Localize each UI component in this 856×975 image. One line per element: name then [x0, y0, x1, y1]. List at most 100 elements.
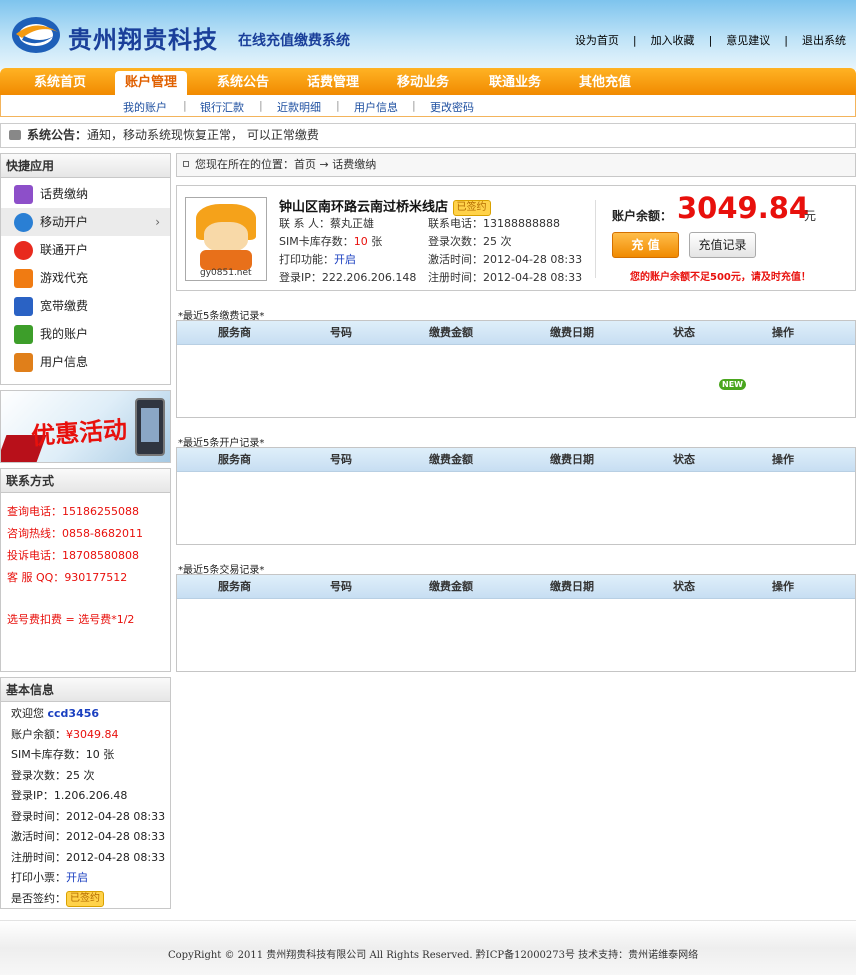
header: 贵州翔贵科技 在线充值缴费系统 设为首页 | 加入收藏 | 意见建议 | 退出系统 — [0, 0, 856, 70]
set-homepage-link[interactable]: 设为首页 — [575, 34, 619, 47]
divider — [595, 200, 596, 278]
sim-stock: SIM卡库存数：10 张 — [279, 235, 383, 248]
unicom-logo-icon — [14, 241, 33, 260]
column-header: 缴费金额 — [429, 580, 473, 593]
balance-value: 3049.84 — [677, 191, 810, 225]
column-header: 号码 — [330, 326, 352, 339]
nav-account-management[interactable]: 账户管理 — [115, 71, 187, 95]
breadcrumb-current: 话费缴纳 — [332, 158, 377, 171]
quick-item-broadband[interactable]: 宽带缴费 — [1, 292, 170, 320]
column-header: 号码 — [330, 580, 352, 593]
quick-item-phone-bill[interactable]: 话费缴纳 — [1, 180, 170, 208]
activate-time-line: 激活时间：2012-04-28 08:33 — [11, 830, 166, 843]
basic-info-title: 基本信息 — [1, 678, 170, 702]
table-header: 服务商 号码 缴费金额 缴费日期 状态 操作 — [177, 448, 855, 472]
sub-nav: 我的账户 | 银行汇款 | 近款明细 | 用户信息 | 更改密码 — [0, 95, 856, 117]
quick-item-label: 我的账户 — [40, 327, 89, 341]
column-header: 状态 — [673, 326, 695, 339]
login-count-line: 登录次数：25 次 — [11, 768, 95, 782]
contact-hotline: 咨询热线：0858-8682011 — [7, 527, 143, 540]
low-balance-warning: 您的账户余额不足500元，请及时充值！ — [630, 272, 811, 283]
fee-note: 选号费扣费 = 选号费*1/2 — [7, 613, 135, 626]
chevron-right-icon: › — [155, 215, 160, 229]
subnav-user-info[interactable]: 用户信息 — [354, 99, 398, 115]
column-header: 操作 — [772, 453, 794, 466]
signed-badge: 已签约 — [452, 200, 491, 216]
column-header: 缴费日期 — [550, 453, 594, 466]
subnav-separator: | — [412, 99, 416, 112]
system-notice: 系统公告：通知，移动系统现恢复正常， 可以正常缴费 — [0, 123, 856, 148]
nav-unicom-business[interactable]: 联通业务 — [477, 71, 553, 95]
quick-item-game-recharge[interactable]: 游戏代充 — [1, 264, 170, 292]
column-header: 缴费日期 — [550, 326, 594, 339]
shop-name: 钟山区南环路云南过桥米线店 已签约 — [279, 196, 491, 216]
nav-other-recharge[interactable]: 其他充值 — [567, 71, 643, 95]
quick-apps-panel: 快捷应用 话费缴纳 移动开户 › 联通开户 游戏代充 宽带缴费 我的账户 用户信息 — [0, 153, 171, 385]
subnav-change-password[interactable]: 更改密码 — [430, 99, 474, 115]
promo-banner[interactable]: 优惠活动 — [0, 390, 171, 463]
smartphone-icon — [135, 398, 165, 456]
subnav-bank-transfer[interactable]: 银行汇款 — [200, 99, 244, 115]
breadcrumb-arrow-icon: → — [319, 158, 329, 171]
login-time-line: 登录时间：2012-04-28 08:33 — [11, 809, 166, 823]
quick-item-my-account[interactable]: 我的账户 — [1, 320, 170, 348]
subnav-payment-details[interactable]: 近款明细 — [277, 99, 321, 115]
footer: CopyRight © 2011 贵州翔贵科技有限公司 All Rights R… — [0, 920, 856, 975]
breadcrumb-home[interactable]: 首页 — [294, 158, 316, 171]
print-function: 打印功能：开启 — [279, 253, 356, 266]
company-logo-icon — [12, 17, 60, 53]
add-favorite-link[interactable]: 加入收藏 — [651, 34, 695, 47]
login-count: 登录次数：25 次 — [428, 235, 512, 248]
balance-line: 账户余额：¥3049.84 — [11, 727, 119, 741]
sign-line: 是否签约： 已签约 — [1, 889, 170, 910]
feedback-link[interactable]: 意见建议 — [726, 34, 770, 47]
quick-item-label: 移动开户 — [40, 215, 89, 229]
contact-complaint-phone: 投诉电话：18708580808 — [7, 549, 139, 562]
column-header: 服务商 — [218, 326, 251, 339]
recharge-history-button[interactable]: 充值记录 — [689, 232, 756, 258]
main-nav: 系统首页 账户管理 系统公告 话费管理 移动业务 联通业务 其他充值 — [0, 68, 856, 95]
print-line: 打印小票：开启 — [11, 871, 88, 884]
table-header: 服务商 号码 缴费金额 缴费日期 状态 操作 — [177, 321, 855, 345]
quick-item-mobile-open[interactable]: 移动开户 › — [1, 208, 170, 236]
contact-panel: 联系方式 查询电话：15186255088 咨询热线：0858-8682011 … — [0, 468, 171, 672]
quick-item-unicom-open[interactable]: 联通开户 — [1, 236, 170, 264]
recharge-button[interactable]: 充 值 — [612, 232, 679, 258]
quick-item-label: 用户信息 — [40, 355, 89, 369]
nav-announcements[interactable]: 系统公告 — [205, 71, 281, 95]
column-header: 状态 — [673, 580, 695, 593]
column-header: 状态 — [673, 453, 695, 466]
quick-item-label: 话费缴纳 — [40, 187, 89, 201]
site-title: 贵州翔贵科技 — [68, 25, 218, 54]
nav-phone-bill[interactable]: 话费管理 — [295, 71, 371, 95]
subnav-separator: | — [336, 99, 340, 112]
subnav-my-account[interactable]: 我的账户 — [123, 99, 167, 115]
broadband-icon — [14, 297, 33, 316]
login-ip-line: 登录IP：1.206.206.48 — [11, 789, 128, 802]
table-header: 服务商 号码 缴费金额 缴费日期 状态 操作 — [177, 575, 855, 599]
contact-person: 联 系 人：蔡丸正雄 — [279, 217, 374, 230]
quick-item-user-info[interactable]: 用户信息 — [1, 348, 170, 376]
activate-time: 激活时间：2012-04-28 08:33 — [428, 253, 583, 266]
register-time-line: 注册时间：2012-04-28 08:33 — [11, 850, 166, 864]
nav-mobile-business[interactable]: 移动业务 — [385, 71, 461, 95]
balance-label: 账户余额： — [612, 209, 673, 223]
subnav-separator: | — [183, 99, 187, 112]
user-info-icon — [14, 353, 33, 372]
login-ip: 登录IP：222.206.206.148 — [279, 271, 417, 284]
column-header: 服务商 — [218, 453, 251, 466]
quick-apps-title: 快捷应用 — [1, 154, 170, 178]
phone-icon — [14, 185, 33, 204]
recent-payments-table: 服务商 号码 缴费金额 缴费日期 状态 操作 NEW — [176, 320, 856, 418]
site-subtitle: 在线充值缴费系统 — [238, 33, 350, 49]
basic-info-panel: 基本信息 欢迎您 ccd3456 账户余额：¥3049.84 SIM卡库存数：1… — [0, 677, 171, 909]
contact-phone: 联系电话：13188888888 — [428, 217, 560, 230]
register-time: 注册时间：2012-04-28 08:33 — [428, 271, 583, 284]
contact-title: 联系方式 — [1, 469, 170, 493]
username: ccd3456 — [47, 707, 100, 720]
nav-home[interactable]: 系统首页 — [22, 71, 98, 95]
column-header: 缴费日期 — [550, 580, 594, 593]
speaker-icon — [9, 130, 21, 140]
logout-link[interactable]: 退出系统 — [802, 34, 846, 47]
contact-query-phone: 查询电话：15186255088 — [7, 505, 139, 518]
